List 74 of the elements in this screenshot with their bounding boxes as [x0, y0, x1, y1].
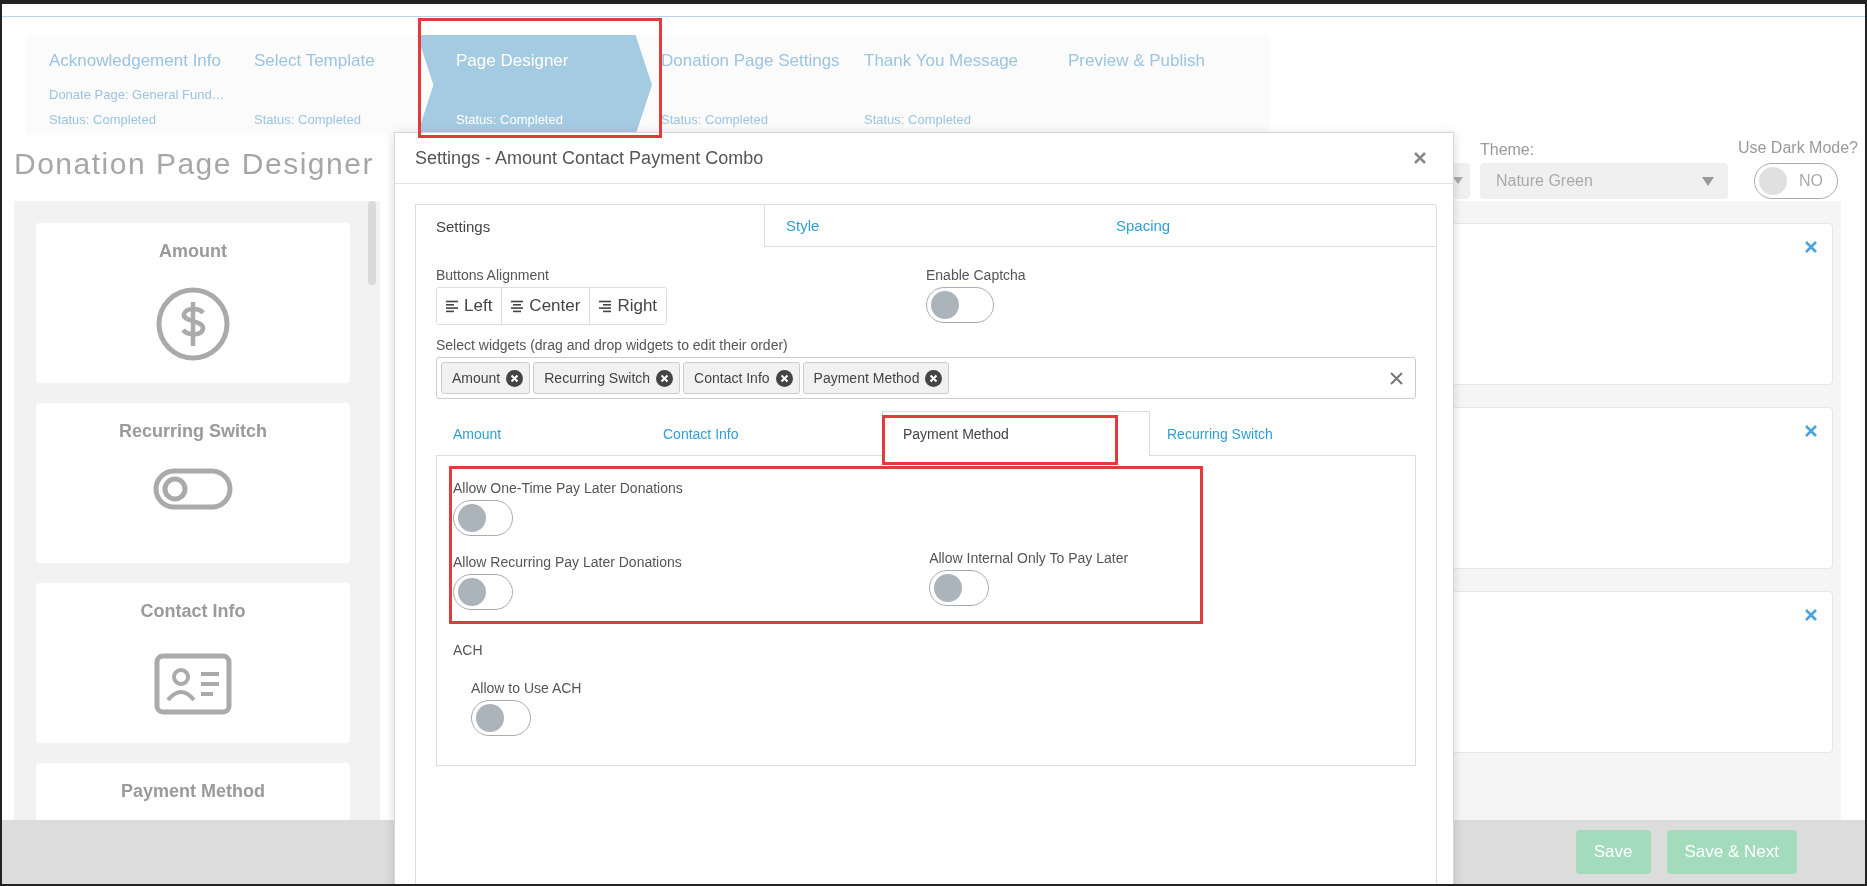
step-status: Status: Completed: [49, 112, 157, 127]
field-label: Select widgets (drag and drop widgets to edit their order): [436, 337, 789, 353]
section-heading: ACH: [453, 642, 484, 658]
step-status: Status: Completed: [661, 112, 769, 127]
step-title: Preview & Publish: [1068, 51, 1206, 71]
step-title: Page Designer: [456, 51, 570, 71]
save-next-button[interactable]: Save & Next: [1666, 830, 1797, 874]
toggle-switch[interactable]: NO: [1754, 163, 1838, 199]
option-label: Allow to Use ACH: [471, 680, 583, 696]
step-status: Status: Completed: [456, 112, 564, 127]
option-label: Allow One-Time Pay Later Donations: [453, 480, 684, 496]
caret-icon: [1701, 176, 1714, 186]
wizard-step[interactable]: Acknowledgement Info Donate Page: General Fund… Status: Completed: [25, 35, 232, 135]
step-status: Status: Completed: [864, 112, 972, 127]
dialog-title: Settings - Amount Contact Payment Combo: [415, 147, 764, 169]
caret-icon: [1452, 177, 1463, 185]
widget-card[interactable]: Payment Method: [36, 763, 350, 820]
close-icon[interactable]: [1413, 151, 1427, 165]
widget-chip[interactable]: Recurring Switch: [533, 362, 681, 394]
wizard-step[interactable]: Preview & Publish: [1046, 35, 1266, 135]
toggle-switch[interactable]: [453, 574, 513, 610]
widget-label: Payment Method: [121, 781, 265, 802]
widget-chip[interactable]: Amount: [441, 362, 531, 394]
align-right-icon: [599, 299, 613, 313]
widget-label: Contact Info: [140, 601, 246, 622]
scrollbar-thumb[interactable]: [368, 201, 376, 285]
close-icon[interactable]: [1804, 424, 1818, 438]
widget-card[interactable]: Recurring Switch: [36, 403, 350, 563]
step-title: Donation Page Settings: [661, 51, 841, 71]
widget-tab[interactable]: Recurring Switch: [1150, 411, 1386, 455]
field-label: Enable Captcha: [926, 267, 1027, 283]
close-icon[interactable]: [1804, 608, 1818, 622]
toggle-switch[interactable]: [926, 287, 994, 323]
close-icon[interactable]: [1804, 240, 1818, 254]
widget-tab[interactable]: Payment Method: [882, 411, 1150, 456]
toggle-switch[interactable]: [471, 700, 531, 736]
theme-dropdown[interactable]: Nature Green: [1479, 163, 1728, 199]
option-label: Allow Recurring Pay Later Donations: [453, 554, 683, 570]
widget-card[interactable]: Contact Info: [36, 583, 350, 743]
step-title: Thank You Message: [864, 51, 1020, 71]
field-label: Buttons Alignment: [436, 267, 550, 283]
option-label: Allow Internal Only To Pay Later: [929, 550, 1130, 566]
widget-chip[interactable]: Contact Info: [683, 362, 800, 394]
settings-tab[interactable]: Style: [765, 204, 1095, 246]
step-title: Acknowledgement Info: [49, 51, 222, 71]
clear-icon[interactable]: [1390, 371, 1403, 385]
remove-icon[interactable]: [925, 369, 943, 387]
dark-mode-label: Use Dark Mode?: [1737, 139, 1858, 157]
step-title: Select Template: [254, 51, 376, 71]
widget-tab[interactable]: Amount: [436, 411, 646, 455]
align-button[interactable]: Left: [437, 288, 503, 324]
remove-icon[interactable]: [775, 369, 793, 387]
step-subtitle: Donate Page: General Fund…: [49, 87, 226, 102]
widget-label: Recurring Switch: [119, 421, 267, 442]
wizard-step[interactable]: Thank You Message Status: Completed: [852, 35, 1046, 135]
wizard-step[interactable]: Select Template Status: Completed: [232, 35, 417, 135]
settings-tab[interactable]: Spacing: [1095, 204, 1425, 246]
remove-icon[interactable]: [656, 369, 674, 387]
widget-label: Amount: [159, 241, 227, 262]
wizard-step[interactable]: Donation Page Settings Status: Completed: [652, 35, 852, 135]
remove-icon[interactable]: [506, 369, 524, 387]
widget-chip[interactable]: Payment Method: [802, 362, 950, 394]
toggle-switch[interactable]: [453, 500, 513, 536]
settings-tab[interactable]: Settings: [415, 204, 765, 247]
theme-label: Theme:: [1479, 141, 1536, 159]
save-button[interactable]: Save: [1575, 830, 1651, 874]
align-left-icon: [446, 299, 459, 313]
align-center-icon: [511, 299, 525, 313]
widget-tab[interactable]: Contact Info: [646, 411, 882, 455]
widget-card[interactable]: Amount: [36, 223, 350, 383]
page-title: Donation Page Designer: [14, 147, 374, 181]
toggle-switch[interactable]: [929, 570, 990, 606]
multi-select-field[interactable]: Amount Recurring Switch Contact Info Payment Method: [436, 357, 1416, 399]
step-status: Status: Completed: [254, 112, 362, 127]
